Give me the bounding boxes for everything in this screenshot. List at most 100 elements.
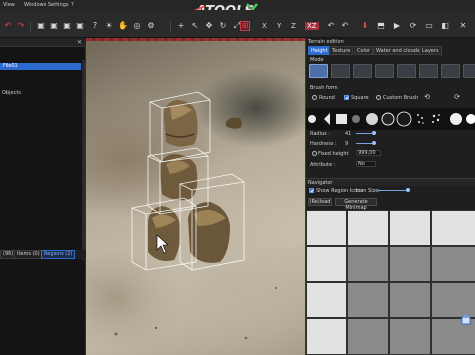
brush-spin-icon[interactable]: ⟲ [422, 92, 432, 102]
undo-icon[interactable]: ↶ [3, 21, 13, 31]
menu-help[interactable]: ? [71, 2, 74, 8]
attribute-label: Attribute : [310, 162, 336, 168]
select-icon[interactable]: ↖ [190, 21, 200, 31]
minimap-cell[interactable] [431, 210, 475, 246]
camera-icon[interactable]: ▣ [62, 21, 72, 31]
hand-icon[interactable]: ✋ [118, 21, 128, 31]
mode-button-lower[interactable] [331, 64, 350, 78]
brush-shape-6 [381, 112, 395, 126]
minimap-cell[interactable] [389, 282, 431, 318]
close-icon[interactable]: ✕ [458, 21, 468, 31]
square-label: Square [351, 95, 369, 101]
minimap-cell[interactable] [347, 318, 389, 355]
minimap-cell[interactable] [431, 246, 475, 282]
reload-button[interactable]: (Re)load [308, 198, 332, 206]
gear-icon[interactable]: ⚙ [146, 21, 156, 31]
navigator-title: Navigator [308, 180, 333, 186]
mode-button-flatten[interactable] [353, 64, 372, 78]
left-panel-scrollbar[interactable] [82, 60, 85, 260]
menu-settings[interactable]: Settings [48, 2, 69, 8]
globe-icon[interactable]: ◎ [132, 21, 142, 31]
generate-minimap-button[interactable]: Generate Minimap [335, 198, 377, 211]
main-toolbar: ↶ ↷ ▣ ▣ ▣ ▣ ? ☀ ✋ ◎ ⚙ + ↖ ✥ ↻ ⤢ ⊞ X Y Z … [0, 10, 475, 38]
objects-label[interactable]: Objects [2, 90, 21, 96]
brush-refresh-icon[interactable]: ⟳ [452, 92, 462, 102]
minimap-cell[interactable] [389, 318, 431, 355]
play-icon[interactable]: ▶ [392, 21, 402, 31]
radius-slider-thumb[interactable] [372, 131, 376, 135]
icon-size-slider[interactable] [378, 190, 408, 191]
square-checkbox[interactable] [344, 95, 349, 100]
redo-icon[interactable]: ↷ [16, 21, 26, 31]
brush-shape-10 [450, 113, 462, 125]
add-icon[interactable]: + [176, 21, 186, 31]
sun-icon[interactable]: ☀ [104, 21, 114, 31]
fixed-height-input[interactable]: 999,00 [356, 150, 381, 156]
tab-color[interactable]: Color [354, 46, 374, 55]
move-icon[interactable]: ✥ [204, 21, 214, 31]
minimap-cell[interactable] [306, 282, 347, 318]
axis-xz-button[interactable]: XZ [305, 22, 319, 30]
tab-items[interactable]: Items (0) [14, 250, 43, 259]
save-icon[interactable]: ⬇ [360, 21, 370, 31]
rock-model-4[interactable] [188, 202, 230, 263]
tab-regions[interactable]: Regions (2) [41, 250, 76, 259]
region-marker-icon[interactable] [460, 314, 472, 326]
custom-brush-radio[interactable] [376, 95, 381, 100]
icon-size-label: Icon Size: [356, 188, 380, 194]
menu-view[interactable]: View [3, 2, 15, 8]
view-icon[interactable]: ◧ [440, 21, 450, 31]
minimap-cell[interactable] [306, 246, 347, 282]
screen-icon[interactable]: ▭ [424, 21, 434, 31]
minimap-cell[interactable] [347, 246, 389, 282]
undo-icon[interactable]: ↶ [340, 21, 350, 31]
mode-button-raise[interactable] [309, 64, 328, 78]
menu-windows[interactable]: Windows [24, 2, 46, 8]
terrain-tabs: Height Texture Color Water and clouds La… [306, 46, 475, 55]
tab-water-and-clouds[interactable]: Water and clouds [373, 46, 423, 55]
round-radio[interactable] [312, 95, 317, 100]
minimap-cell[interactable] [431, 282, 475, 318]
3d-viewport[interactable] [86, 38, 305, 355]
rock-model-5[interactable] [226, 117, 242, 129]
mode-button-extra[interactable] [463, 64, 475, 78]
brush-shape-3 [336, 114, 347, 124]
axis-y-button[interactable]: Y [277, 22, 281, 30]
navigator-minimap[interactable] [306, 210, 475, 355]
icon-size-slider-thumb[interactable] [406, 188, 410, 192]
file-list-item[interactable]: File01 [0, 63, 81, 70]
show-region-icons-checkbox[interactable] [309, 188, 314, 193]
tab-texture[interactable]: Texture [329, 46, 354, 55]
attribute-select[interactable]: No [356, 161, 376, 167]
minimap-cell[interactable] [389, 210, 431, 246]
undo-icon[interactable]: ↶ [326, 21, 336, 31]
brush-shape-1 [308, 115, 316, 123]
minimap-cell[interactable] [347, 282, 389, 318]
camera-icon[interactable]: ▣ [49, 21, 59, 31]
axis-x-button[interactable]: X [262, 22, 267, 30]
mode-button-ramp[interactable] [441, 64, 460, 78]
brush-shapes-strip[interactable] [306, 108, 475, 130]
rotate-icon[interactable]: ↻ [218, 21, 228, 31]
close-icon[interactable]: ✕ [77, 39, 82, 46]
build-icon[interactable]: ⬒ [376, 21, 386, 31]
fixed-height-radio[interactable] [312, 151, 317, 156]
snap-icon[interactable]: ⊞ [240, 21, 250, 31]
minimap-cell[interactable] [389, 246, 431, 282]
tab-height[interactable]: Height [308, 46, 331, 55]
minimap-cell[interactable] [347, 210, 389, 246]
mode-button-smooth[interactable] [375, 64, 394, 78]
mode-button-fixed[interactable] [419, 64, 438, 78]
minimap-cell[interactable] [306, 318, 347, 355]
scene-canvas [114, 91, 277, 340]
camera-icon[interactable]: ▣ [36, 21, 46, 31]
mode-button-noise[interactable] [397, 64, 416, 78]
axis-z-button[interactable]: Z [291, 22, 296, 30]
refresh-icon[interactable]: ⟳ [408, 21, 418, 31]
brush-shape-4 [352, 115, 360, 123]
camera-icon[interactable]: ▣ [75, 21, 85, 31]
help-icon[interactable]: ? [90, 21, 100, 31]
hardness-slider-thumb[interactable] [372, 141, 376, 145]
minimap-cell[interactable] [306, 210, 347, 246]
tab-layers[interactable]: Layers [419, 46, 442, 55]
